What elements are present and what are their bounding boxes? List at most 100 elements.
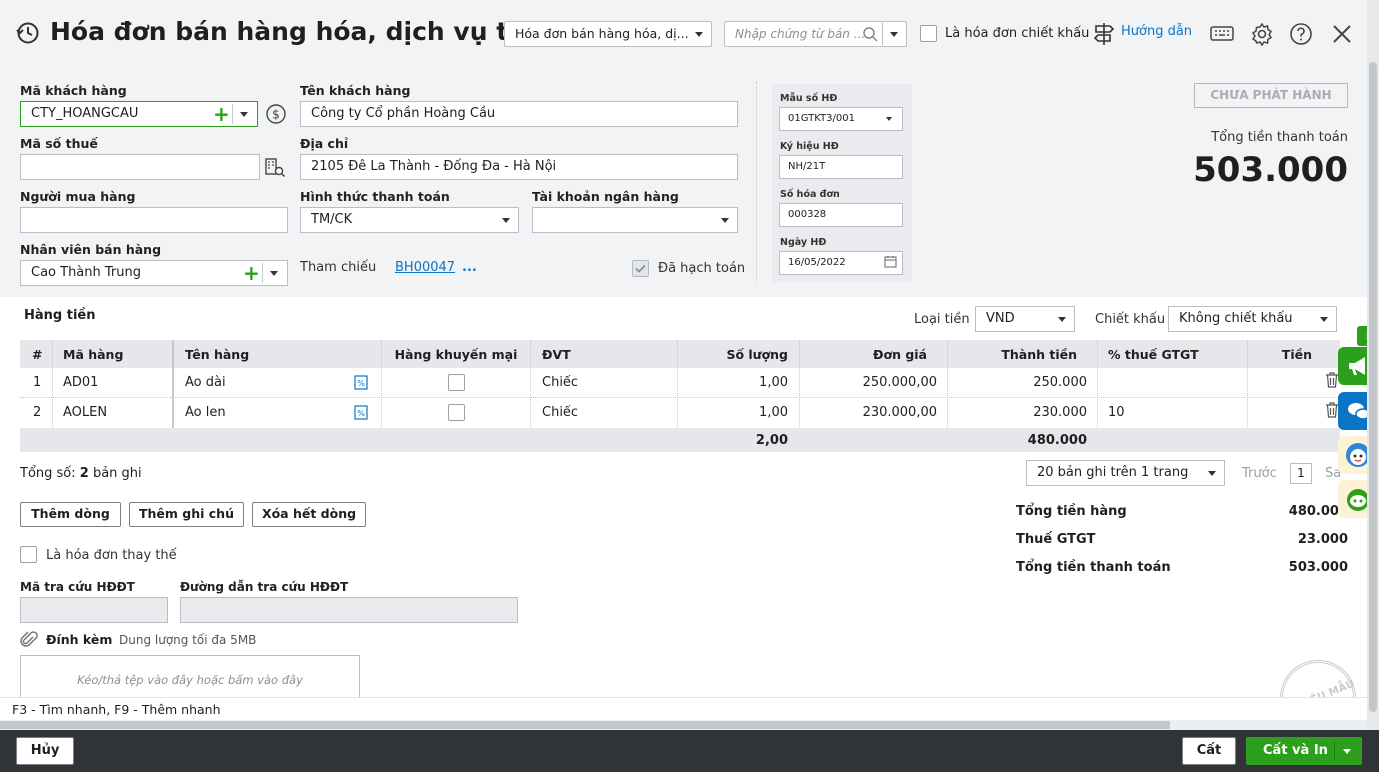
col-header-vat: % thuế GTGT — [1108, 347, 1199, 362]
customer-dropdown-icon[interactable] — [240, 112, 248, 117]
template-label: Mẫu số HĐ — [780, 93, 838, 104]
customer-name-label: Tên khách hàng — [300, 83, 411, 98]
horizontal-scrollbar[interactable] — [0, 720, 1367, 730]
guide-link[interactable]: Hướng dẫn — [1121, 24, 1192, 39]
row-amount[interactable]: 250.000 — [948, 375, 1087, 390]
add-icon[interactable]: + — [213, 104, 230, 124]
bank-account-select[interactable] — [532, 207, 738, 233]
row-name[interactable]: Áo len — [185, 405, 226, 420]
row-unit[interactable]: Chiếc — [542, 405, 578, 420]
attachment-dropzone[interactable]: Kéo/thả tệp vào đây hoặc bấm vào đây — [20, 655, 360, 699]
vertical-scrollbar[interactable] — [1367, 0, 1379, 730]
trash-icon[interactable] — [1325, 402, 1339, 422]
template-select[interactable]: 01GTKT3/001 — [779, 107, 903, 131]
reference-link[interactable]: BH00047 — [395, 260, 455, 275]
trash-icon[interactable] — [1325, 372, 1339, 392]
goods-section-title: Hàng tiền — [24, 308, 96, 323]
chevron-down-icon — [1208, 471, 1216, 476]
promo-checkbox[interactable] — [448, 374, 465, 391]
dollar-icon[interactable]: $ — [266, 104, 286, 128]
chevron-down-icon — [695, 32, 703, 37]
invoice-date-label: Ngày HĐ — [780, 237, 827, 248]
discount-tag-icon[interactable]: % — [354, 405, 368, 424]
discount-label: Chiết khấu — [1095, 312, 1166, 327]
discount-invoice-checkbox[interactable] — [920, 25, 937, 42]
save-print-button[interactable]: Cất và In — [1246, 737, 1362, 765]
address-label: Địa chỉ — [300, 136, 349, 151]
footer-bar — [0, 730, 1379, 772]
payment-method-select[interactable]: TM/CK — [300, 207, 519, 233]
scrollbar-thumb[interactable] — [0, 721, 1170, 729]
row-price[interactable]: 250.000,00 — [800, 375, 937, 390]
col-header-no: # — [32, 347, 43, 362]
scrollbar-thumb[interactable] — [1369, 62, 1377, 712]
symbol-input[interactable]: NH/21T — [779, 155, 903, 179]
add-icon[interactable]: + — [243, 263, 260, 283]
col-header-code: Mã hàng — [63, 347, 124, 362]
staff-dropdown-icon[interactable] — [270, 271, 278, 276]
shortcut-hint: F3 - Tìm nhanh, F9 - Thêm nhanh — [12, 702, 221, 717]
grand-total-label: Tổng tiền thanh toán — [1016, 560, 1171, 575]
customer-name-input[interactable]: Công ty Cổ phần Hoàng Cầu — [300, 101, 738, 127]
lookup-url-input[interactable] — [180, 597, 518, 623]
chevron-down-icon — [502, 218, 510, 223]
discount-select[interactable]: Không chiết khấu — [1168, 306, 1337, 332]
row-qty[interactable]: 1,00 — [680, 375, 788, 390]
lookup-code-label: Mã tra cứu HĐĐT — [20, 580, 135, 594]
page-size-select[interactable]: 20 bản ghi trên 1 trang — [1026, 460, 1225, 486]
add-row-button[interactable]: Thêm dòng — [20, 502, 121, 527]
posted-checkbox[interactable] — [632, 260, 649, 277]
search-icon[interactable] — [862, 26, 878, 46]
gear-icon[interactable] — [1250, 22, 1274, 50]
lookup-code-input[interactable] — [20, 597, 168, 623]
row-vat[interactable]: 10 — [1108, 405, 1125, 420]
tax-code-input[interactable] — [20, 154, 260, 180]
voucher-search-input[interactable]: Nhập chứng từ bán ... — [724, 21, 907, 47]
row-name[interactable]: Áo dài — [185, 375, 226, 390]
row-amount[interactable]: 230.000 — [948, 405, 1087, 420]
tax-lookup-icon[interactable] — [264, 156, 286, 182]
svg-text:$: $ — [272, 108, 280, 122]
delete-all-rows-button[interactable]: Xóa hết dòng — [252, 502, 366, 527]
page-number[interactable]: 1 — [1290, 463, 1312, 484]
paperclip-icon[interactable] — [20, 631, 38, 653]
row-qty[interactable]: 1,00 — [680, 405, 788, 420]
discount-tag-icon[interactable]: % — [354, 375, 368, 394]
close-icon[interactable] — [1331, 23, 1353, 49]
row-unit[interactable]: Chiếc — [542, 375, 578, 390]
posted-label: Đã hạch toán — [658, 261, 746, 276]
history-icon[interactable] — [16, 21, 40, 45]
row-code[interactable]: AOLEN — [63, 405, 107, 420]
payment-method-label: Hình thức thanh toán — [300, 189, 450, 204]
replace-invoice-checkbox[interactable] — [20, 546, 37, 563]
cancel-button[interactable]: Hủy — [16, 737, 74, 765]
customer-code-label: Mã khách hàng — [20, 83, 127, 98]
keyboard-icon[interactable] — [1210, 24, 1234, 48]
save-button[interactable]: Cất — [1182, 737, 1236, 765]
reference-more-link[interactable]: ... — [462, 260, 477, 275]
sales-staff-label: Nhân viên bán hàng — [20, 242, 162, 257]
tax-code-label: Mã số thuế — [20, 136, 98, 151]
row-code[interactable]: AD01 — [63, 375, 98, 390]
invoice-type-select[interactable]: Hóa đơn bán hàng hóa, dị... — [504, 21, 712, 47]
buyer-input[interactable] — [20, 207, 288, 233]
help-icon[interactable] — [1289, 22, 1313, 50]
chevron-down-icon — [1058, 317, 1066, 322]
col-header-amount: Thành tiền — [1001, 347, 1077, 362]
search-dropdown-icon[interactable] — [890, 32, 898, 37]
row-price[interactable]: 230.000,00 — [800, 405, 937, 420]
invoice-number-input[interactable]: 000328 — [779, 203, 903, 227]
save-print-dropdown-icon[interactable] — [1343, 749, 1351, 754]
promo-checkbox[interactable] — [448, 404, 465, 421]
chevron-down-icon — [721, 218, 729, 223]
add-note-button[interactable]: Thêm ghi chú — [129, 502, 244, 527]
chevron-down-icon — [1320, 317, 1328, 322]
address-input[interactable]: 2105 Đê La Thành - Đống Đa - Hà Nội — [300, 154, 738, 180]
record-count: Tổng số: 2 bản ghi — [20, 466, 142, 481]
total-qty: 2,00 — [755, 433, 788, 448]
discount-invoice-label: Là hóa đơn chiết khấu — [945, 26, 1090, 41]
prev-page-button[interactable]: Trước — [1242, 466, 1277, 481]
col-header-unit: ĐVT — [542, 347, 571, 362]
calendar-icon[interactable] — [884, 255, 897, 272]
guide-icon[interactable] — [1093, 22, 1115, 50]
